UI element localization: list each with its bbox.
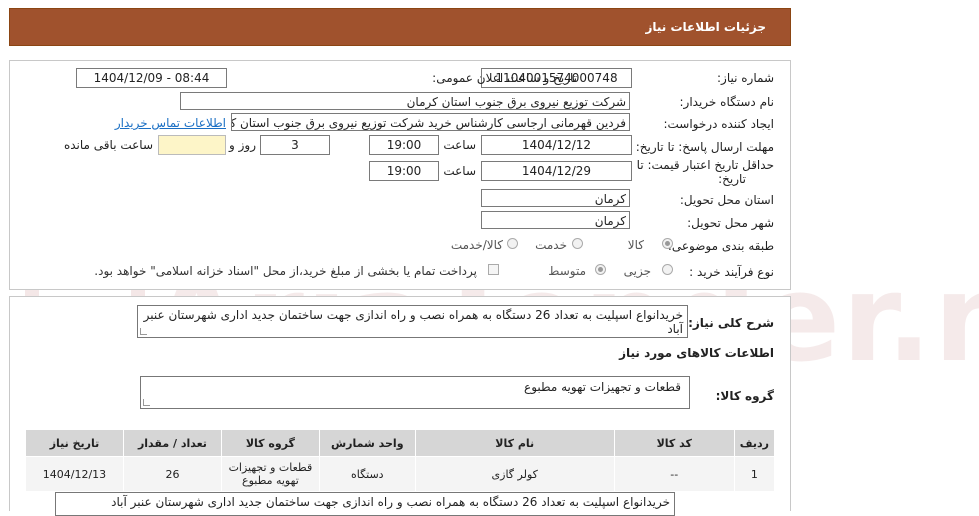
deadline-time-field: 19:00 — [369, 135, 439, 155]
description-textarea[interactable]: خریدانواع اسپلیت به تعداد 26 دستگاه به ه… — [137, 305, 688, 338]
province-field: کرمان — [481, 189, 630, 207]
resize-grip-icon — [143, 399, 150, 406]
goods-group-textarea[interactable]: قطعات و تجهیزات تهویه مطبوع — [140, 376, 690, 409]
goods-note-textarea[interactable]: خریدانواع اسپلیت به تعداد 26 دستگاه به ه… — [55, 492, 675, 516]
validity-label-2: تاریخ: — [718, 172, 746, 186]
days-label: روز و — [229, 138, 256, 152]
city-label: شهر محل تحویل: — [687, 216, 774, 230]
col-unit: واحد شمارش — [318, 429, 416, 457]
cell-name: کولر گازی — [414, 456, 615, 492]
remaining-time-field — [158, 135, 226, 155]
col-group: گروه کالا — [220, 429, 320, 457]
category-label: طبقه بندی موضوعی: — [667, 239, 774, 253]
deadline-date-field: 1404/12/12 — [481, 135, 632, 155]
days-field: 3 — [260, 135, 330, 155]
col-row: ردیف — [733, 429, 776, 457]
page-title: جزئیات اطلاعات نیاز — [645, 20, 766, 34]
creator-field: فردین قهرمانی ارجاسی کارشناس خرید شرکت ت… — [231, 113, 630, 131]
category-radio-goods[interactable] — [662, 238, 673, 249]
description-label: شرح کلی نیاز: — [688, 316, 774, 330]
buyer-label: نام دستگاه خریدار: — [679, 95, 775, 109]
col-date: تاریخ نیاز — [25, 429, 124, 457]
cell-qty: 26 — [122, 456, 222, 492]
contact-buyer-link[interactable]: اطلاعات تماس خریدار — [115, 116, 226, 130]
deadline-time-label: ساعت — [443, 138, 476, 152]
col-name: نام کالا — [414, 429, 615, 457]
cell-unit: دستگاه — [318, 456, 416, 492]
announce-field: 1404/12/09 - 08:44 — [76, 68, 227, 88]
goods-table-header: ردیف کد کالا نام کالا واحد شمارش گروه کا… — [25, 429, 776, 457]
goods-note-text: خریدانواع اسپلیت به تعداد 26 دستگاه به ه… — [111, 495, 670, 509]
cell-code: -- — [613, 456, 735, 492]
col-qty: تعداد / مقدار — [122, 429, 222, 457]
city-field: کرمان — [481, 211, 630, 229]
creator-label: ایجاد کننده درخواست: — [663, 117, 774, 131]
process-radio-medium[interactable] — [595, 264, 606, 275]
goods-table: ردیف کد کالا نام کالا واحد شمارش گروه کا… — [25, 429, 776, 492]
process-option-medium: متوسط — [548, 264, 586, 278]
validity-time-label: ساعت — [443, 164, 476, 178]
goods-section-title: اطلاعات کالاهای مورد نیاز — [619, 346, 774, 360]
category-radio-service[interactable] — [572, 238, 583, 249]
validity-label: حداقل تاریخ اعتبار قیمت: تا — [636, 158, 774, 172]
resize-grip-icon — [140, 328, 147, 335]
validity-date-field: 1404/12/29 — [481, 161, 632, 181]
need-number-label: شماره نیاز: — [717, 71, 774, 85]
announce-label: تاریخ و ساعت اعلان عمومی: — [432, 71, 577, 85]
cell-date: 1404/12/13 — [25, 456, 124, 492]
page-header: جزئیات اطلاعات نیاز — [9, 8, 791, 46]
province-label: استان محل تحویل: — [679, 193, 774, 207]
goods-group-text: قطعات و تجهیزات تهویه مطبوع — [524, 380, 681, 394]
cell-row: 1 — [733, 456, 776, 492]
col-code: کد کالا — [613, 429, 735, 457]
category-radio-both[interactable] — [507, 238, 518, 249]
buyer-field: شرکت توزیع نیروی برق جنوب استان کرمان — [180, 92, 630, 110]
remaining-label: ساعت باقی مانده — [63, 138, 153, 152]
table-row: 1 -- کولر گازی دستگاه قطعات و تجهیزات ته… — [25, 456, 776, 492]
validity-time-field: 19:00 — [369, 161, 439, 181]
cell-group: قطعات و تجهیزات تهویه مطبوع — [220, 456, 320, 492]
treasury-payment-checkbox[interactable] — [488, 264, 499, 275]
deadline-label: مهلت ارسال پاسخ: تا تاریخ: — [635, 140, 774, 154]
process-radio-minor[interactable] — [662, 264, 673, 275]
goods-group-label: گروه کالا: — [715, 389, 774, 403]
category-option-goods: کالا — [627, 238, 644, 252]
category-option-both: کالا/خدمت — [450, 238, 503, 252]
process-option-minor: جزیی — [623, 264, 651, 278]
process-label: نوع فرآیند خرید : — [689, 265, 774, 279]
category-option-service: خدمت — [535, 238, 567, 252]
description-text: خریدانواع اسپلیت به تعداد 26 دستگاه به ه… — [143, 308, 683, 336]
treasury-payment-note: پرداخت تمام یا بخشی از مبلغ خرید،از محل … — [94, 264, 477, 278]
